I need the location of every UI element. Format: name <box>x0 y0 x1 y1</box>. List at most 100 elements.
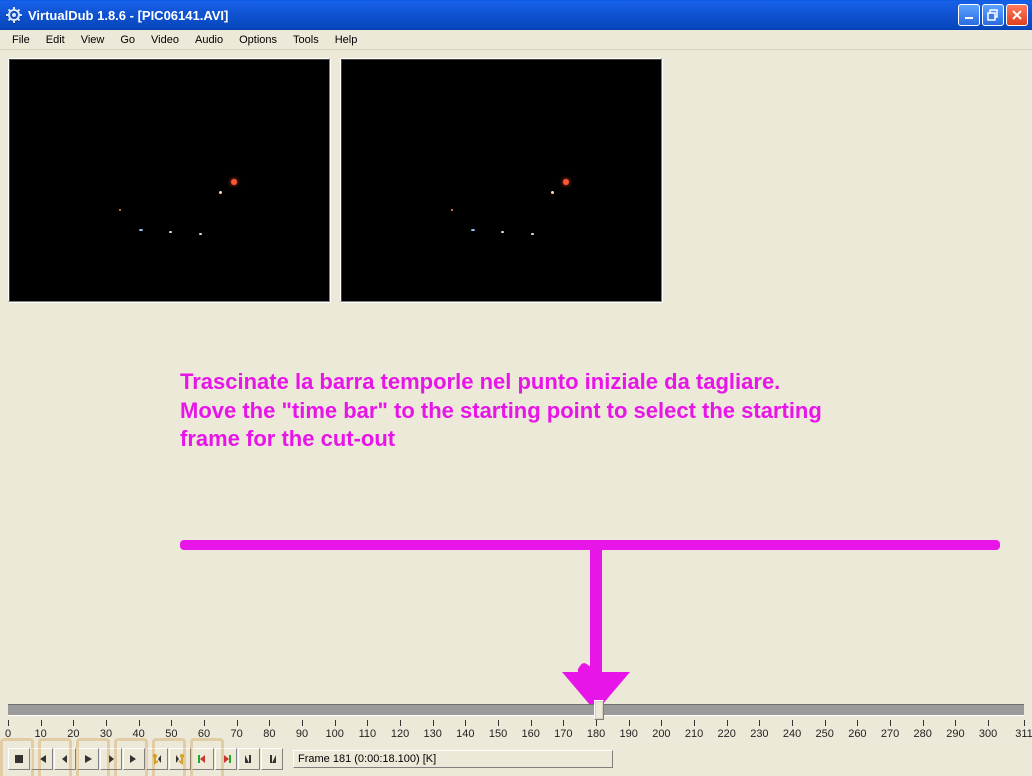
menu-edit[interactable]: Edit <box>38 32 73 48</box>
ruler-label: 40 <box>133 728 145 740</box>
ruler-label: 10 <box>35 728 47 740</box>
ruler-tick <box>596 720 597 726</box>
ruler-tick <box>825 720 826 726</box>
menu-options[interactable]: Options <box>231 32 285 48</box>
timeline-thumb[interactable] <box>594 700 604 720</box>
close-button[interactable] <box>1006 4 1028 26</box>
stop-icon <box>12 752 26 766</box>
menu-bar: File Edit View Go Video Audio Options To… <box>0 30 1032 50</box>
scene-prev-button[interactable] <box>192 748 214 770</box>
menu-video[interactable]: Video <box>143 32 187 48</box>
ruler-tick <box>498 720 499 726</box>
restore-icon <box>987 9 999 21</box>
play-button[interactable] <box>77 748 99 770</box>
annotation-line: Trascinate la barra temporle nel punto i… <box>180 368 1000 397</box>
ruler-label: 300 <box>979 728 997 740</box>
ruler-label: 120 <box>391 728 409 740</box>
client-area: Trascinate la barra temporle nel punto i… <box>0 50 1032 776</box>
ruler-label: 230 <box>750 728 768 740</box>
fwd-button[interactable] <box>100 748 122 770</box>
ruler-tick <box>171 720 172 726</box>
ruler-label: 110 <box>359 728 377 740</box>
back-button[interactable] <box>54 748 76 770</box>
input-video-pane[interactable] <box>8 58 330 302</box>
ruler-tick <box>400 720 401 726</box>
ruler-tick <box>8 720 9 726</box>
scene-next-icon <box>219 752 233 766</box>
video-panes <box>0 50 1032 302</box>
ruler-tick <box>269 720 270 726</box>
annotation-line: frame for the cut-out <box>180 425 1000 454</box>
close-icon <box>1011 9 1023 21</box>
mark-in-button[interactable] <box>238 748 260 770</box>
ruler-tick <box>759 720 760 726</box>
minimize-icon <box>963 9 975 21</box>
ruler-tick <box>629 720 630 726</box>
app-gear-icon <box>6 7 22 23</box>
restore-button[interactable] <box>982 4 1004 26</box>
ruler-tick <box>531 720 532 726</box>
ruler-label: 80 <box>263 728 275 740</box>
ruler-tick <box>563 720 564 726</box>
ruler-label: 170 <box>554 728 572 740</box>
key-prev-button[interactable] <box>146 748 168 770</box>
ruler-tick <box>302 720 303 726</box>
ruler-label: 220 <box>718 728 736 740</box>
menu-help[interactable]: Help <box>327 32 366 48</box>
ruler-label: 90 <box>296 728 308 740</box>
minimize-button[interactable] <box>958 4 980 26</box>
end-icon <box>127 752 141 766</box>
ruler-tick <box>433 720 434 726</box>
ruler-label: 210 <box>685 728 703 740</box>
ruler-label: 0 <box>5 728 11 740</box>
ruler-tick <box>792 720 793 726</box>
ruler-tick <box>335 720 336 726</box>
ruler-label: 60 <box>198 728 210 740</box>
ruler-tick <box>694 720 695 726</box>
key-next-button[interactable] <box>169 748 191 770</box>
ruler-tick <box>923 720 924 726</box>
timeline-groove <box>8 704 1024 716</box>
window-title: VirtualDub 1.8.6 - [PIC06141.AVI] <box>26 8 958 23</box>
ruler-tick <box>727 720 728 726</box>
frame-display: Frame 181 (0:00:18.100) [K] <box>293 750 613 768</box>
ruler-label: 190 <box>620 728 638 740</box>
scene-prev-icon <box>196 752 210 766</box>
key-next-icon <box>173 752 187 766</box>
ruler-label: 270 <box>881 728 899 740</box>
ruler-label: 311 <box>1015 728 1032 740</box>
menu-file[interactable]: File <box>4 32 38 48</box>
begin-button[interactable] <box>31 748 53 770</box>
ruler-tick <box>139 720 140 726</box>
title-bar[interactable]: VirtualDub 1.8.6 - [PIC06141.AVI] <box>0 0 1032 30</box>
mark-out-button[interactable] <box>261 748 283 770</box>
annotation-line: Move the "time bar" to the starting poin… <box>180 397 1000 426</box>
play-icon <box>81 752 95 766</box>
scene-next-button[interactable] <box>215 748 237 770</box>
ruler-label: 20 <box>67 728 79 740</box>
ruler-tick <box>237 720 238 726</box>
menu-view[interactable]: View <box>73 32 113 48</box>
output-video-pane[interactable] <box>340 58 662 302</box>
ruler-label: 130 <box>424 728 442 740</box>
ruler-tick <box>890 720 891 726</box>
mark-out-icon <box>265 752 279 766</box>
ruler-tick <box>106 720 107 726</box>
ruler-label: 100 <box>326 728 344 740</box>
end-button[interactable] <box>123 748 145 770</box>
ruler-label: 50 <box>165 728 177 740</box>
menu-tools[interactable]: Tools <box>285 32 327 48</box>
ruler-tick <box>857 720 858 726</box>
timeline-track[interactable] <box>8 698 1024 720</box>
ruler-tick <box>367 720 368 726</box>
ruler-tick <box>465 720 466 726</box>
menu-go[interactable]: Go <box>112 32 143 48</box>
virtualdub-window: VirtualDub 1.8.6 - [PIC06141.AVI] File E… <box>0 0 1032 776</box>
ruler-tick <box>988 720 989 726</box>
ruler-label: 140 <box>456 728 474 740</box>
ruler-label: 180 <box>587 728 605 740</box>
annotation-text: Trascinate la barra temporle nel punto i… <box>180 368 1000 454</box>
stop-button[interactable] <box>8 748 30 770</box>
menu-audio[interactable]: Audio <box>187 32 231 48</box>
ruler-tick <box>661 720 662 726</box>
